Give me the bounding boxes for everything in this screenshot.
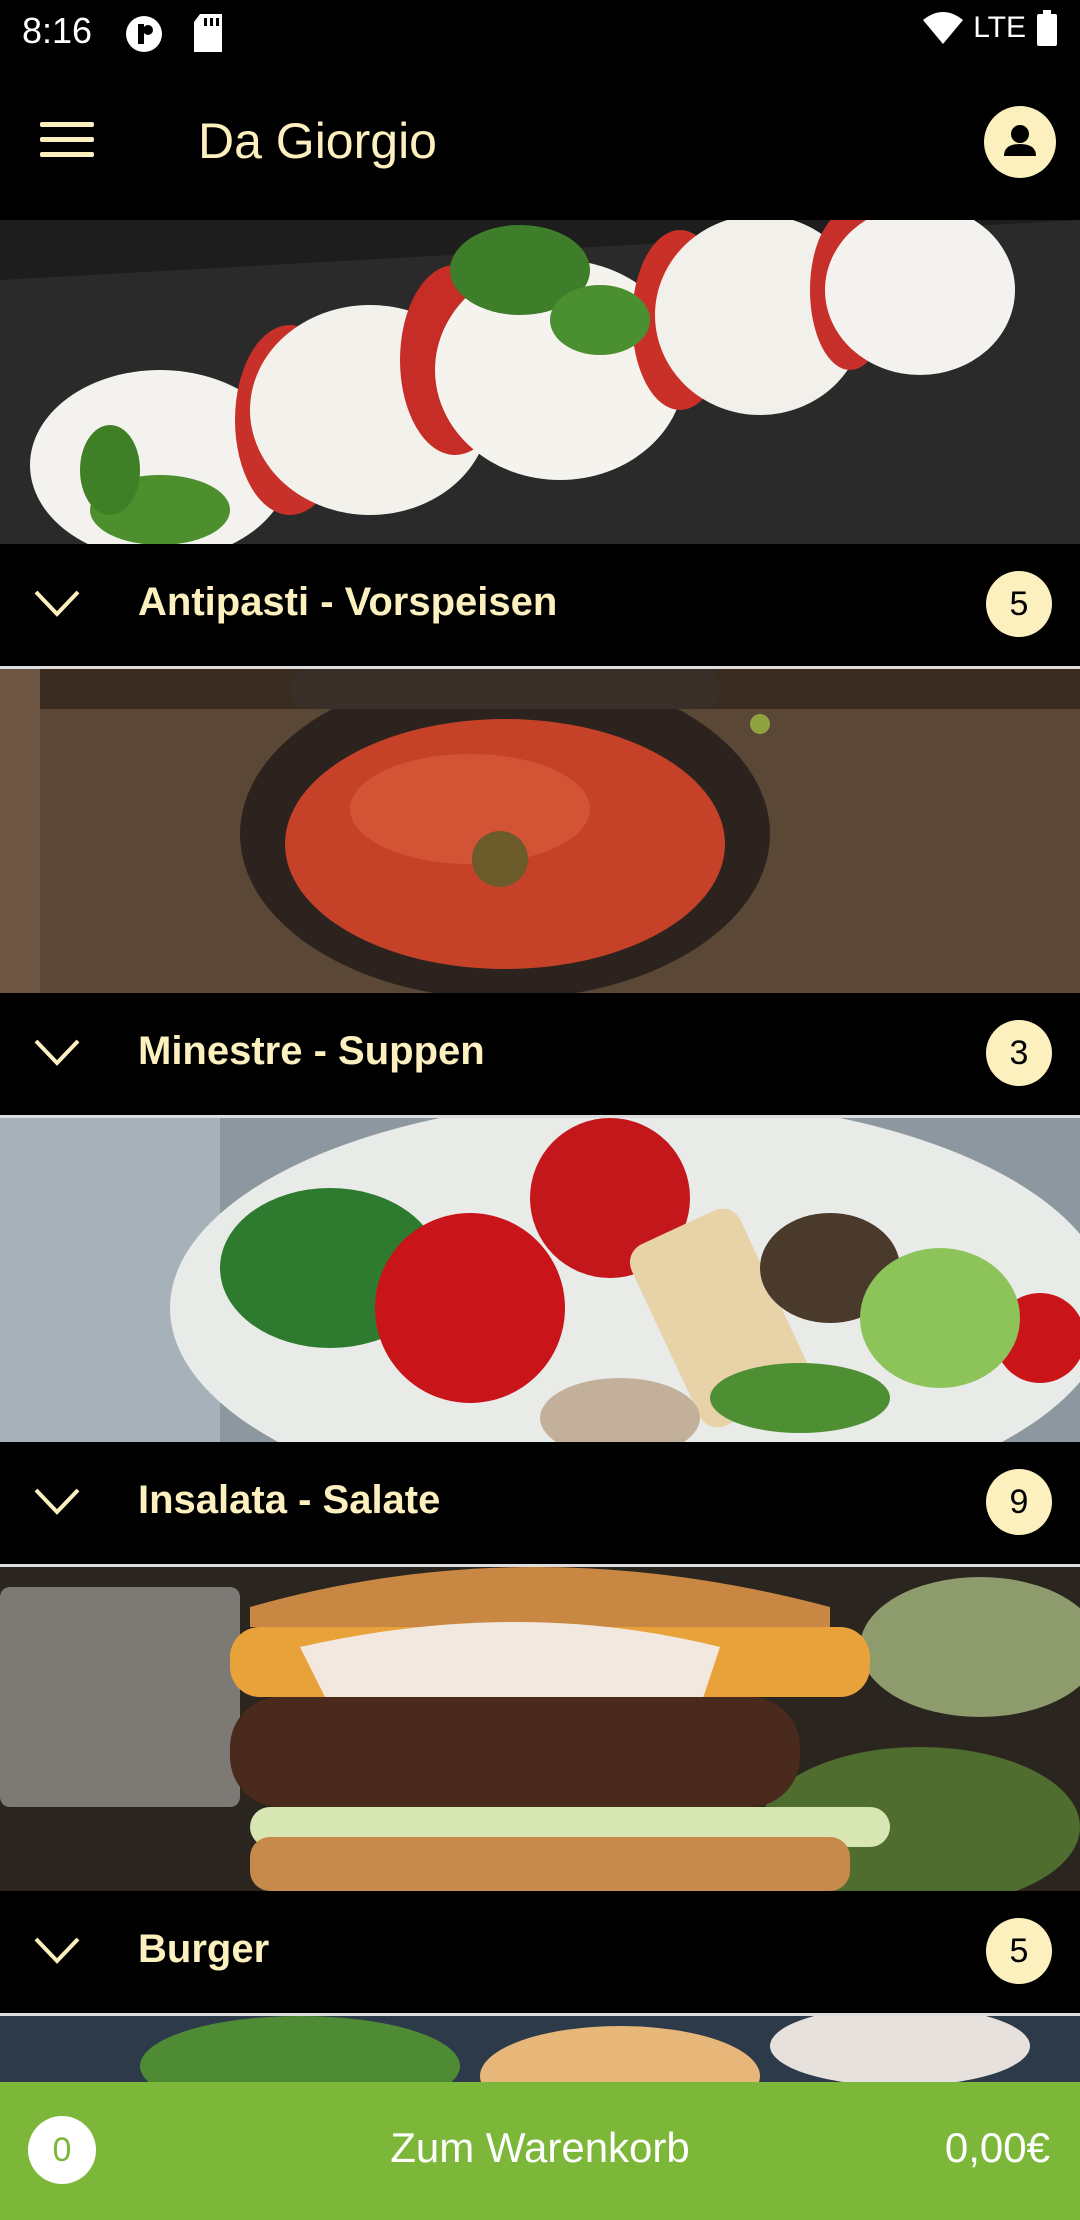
category-insalata[interactable]: Insalata - Salate 9 <box>0 1118 1080 1567</box>
item-count-badge: 5 <box>986 1918 1052 1984</box>
chevron-down-icon <box>34 1488 80 1515</box>
category-image-minestre <box>0 669 1080 993</box>
chevron-down-icon <box>34 1937 80 1964</box>
network-label: LTE <box>973 11 1026 44</box>
category-header-minestre[interactable]: Minestre - Suppen 3 <box>0 993 1080 1118</box>
chevron-down-icon <box>34 590 80 617</box>
category-antipasti[interactable]: Antipasti - Vorspeisen 5 <box>0 220 1080 669</box>
profile-button[interactable] <box>984 106 1056 178</box>
category-name: Burger <box>138 1927 270 1971</box>
category-image-insalata <box>0 1118 1080 1442</box>
category-minestre[interactable]: Minestre - Suppen 3 <box>0 669 1080 1118</box>
item-count-badge: 3 <box>986 1020 1052 1086</box>
notification-icon <box>126 16 162 52</box>
page-title: Da Giorgio <box>198 113 437 169</box>
app-bar: Da Giorgio <box>0 66 1080 220</box>
battery-icon <box>1037 10 1057 46</box>
person-icon <box>1004 125 1036 156</box>
category-image-next <box>0 2016 1080 2086</box>
sd-card-icon <box>194 14 222 52</box>
category-header-burger[interactable]: Burger 5 <box>0 1891 1080 2016</box>
status-time: 8:16 <box>22 10 93 51</box>
category-name: Minestre - Suppen <box>138 1029 485 1073</box>
wifi-icon <box>923 12 964 44</box>
item-count-badge: 9 <box>986 1469 1052 1535</box>
cart-label: Zum Warenkorb <box>390 2124 690 2171</box>
status-indicators: LTE <box>923 10 1058 46</box>
hamburger-menu-icon[interactable] <box>40 116 110 176</box>
cart-total: 0,00€ <box>944 2124 1050 2171</box>
status-bar: 8:16 LTE <box>0 0 1080 66</box>
cart-button[interactable]: 0 Zum Warenkorb 0,00€ <box>0 2082 1080 2220</box>
category-burger[interactable]: Burger 5 <box>0 1567 1080 2016</box>
item-count-badge: 5 <box>986 571 1052 637</box>
category-image-antipasti <box>0 220 1080 544</box>
category-name: Antipasti - Vorspeisen <box>138 580 558 624</box>
category-header-antipasti[interactable]: Antipasti - Vorspeisen 5 <box>0 544 1080 669</box>
category-image-burger <box>0 1567 1080 1891</box>
chevron-down-icon <box>34 1039 80 1066</box>
category-header-insalata[interactable]: Insalata - Salate 9 <box>0 1442 1080 1567</box>
category-name: Insalata - Salate <box>138 1478 441 1522</box>
